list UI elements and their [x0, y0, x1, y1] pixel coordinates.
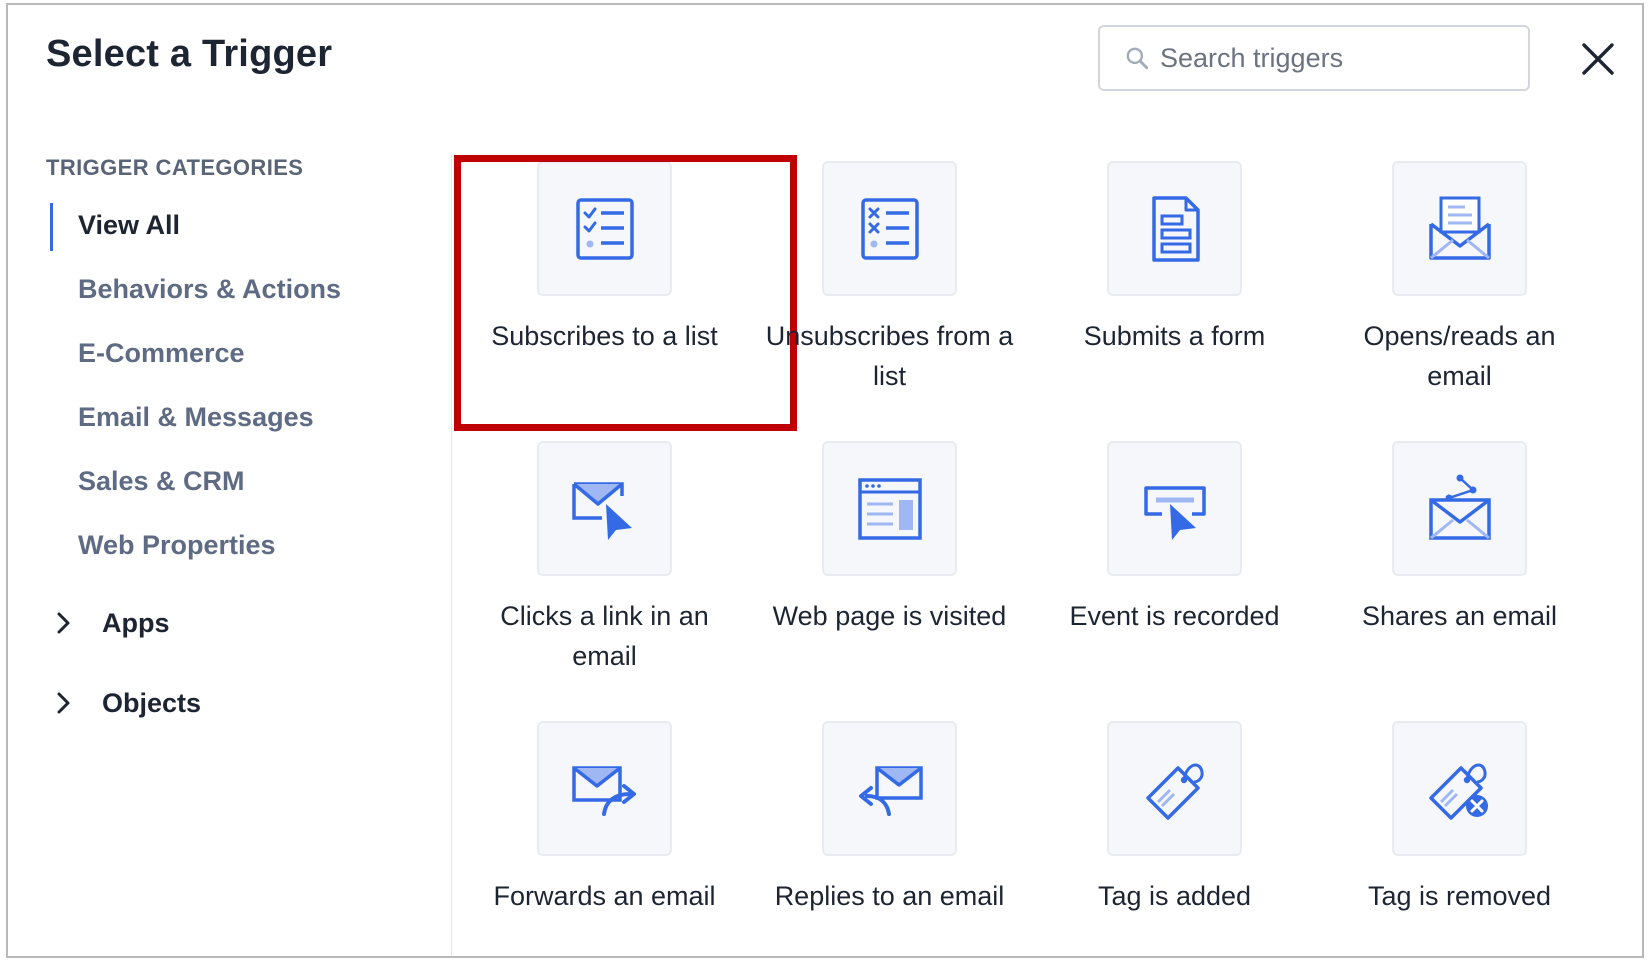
- trigger-label: Tag is added: [1097, 881, 1252, 911]
- search-icon: [1126, 47, 1149, 70]
- trigger-label: Forwards an email: [493, 881, 716, 911]
- close-button[interactable]: [1574, 35, 1622, 83]
- category-behaviors-actions[interactable]: Behaviors & Actions: [46, 267, 446, 331]
- share-envelope-icon: [1428, 474, 1491, 540]
- trigger-icon-box: [1107, 441, 1242, 576]
- trigger-label: Clicks a link in an email: [500, 601, 709, 671]
- trigger-forwards-email[interactable]: Forwards an email: [462, 715, 747, 956]
- trigger-icon-box: [1107, 721, 1242, 856]
- category-e-commerce[interactable]: E-Commerce: [46, 331, 446, 395]
- sidebar-divider: [451, 155, 452, 956]
- trigger-icon-box: [822, 721, 957, 856]
- trigger-tag-removed[interactable]: Tag is removed: [1317, 715, 1602, 956]
- forward-envelope-icon: [571, 765, 636, 816]
- trigger-label: Event is recorded: [1069, 601, 1280, 631]
- trigger-submits-form[interactable]: Submits a form: [1032, 155, 1317, 435]
- category-label: Web Properties: [78, 530, 276, 560]
- trigger-label: Opens/reads an email: [1363, 321, 1556, 391]
- trigger-web-page-visited[interactable]: Web page is visited: [747, 435, 1032, 715]
- group-objects[interactable]: Objects: [46, 679, 446, 759]
- search-input[interactable]: [1160, 42, 1500, 74]
- form-document-icon: [1151, 195, 1200, 262]
- checklist-icon: [575, 197, 634, 260]
- reply-envelope-icon: [858, 765, 923, 816]
- group-label: Objects: [102, 688, 202, 718]
- trigger-shares-email[interactable]: Shares an email: [1317, 435, 1602, 715]
- chevron-right-icon: [54, 599, 82, 647]
- trigger-tag-added[interactable]: Tag is added: [1032, 715, 1317, 956]
- trigger-icon-box: [537, 161, 672, 296]
- event-cursor-icon: [1143, 485, 1206, 540]
- trigger-replies-to-email[interactable]: Replies to an email: [747, 715, 1032, 956]
- trigger-icon-box: [537, 441, 672, 576]
- trigger-subscribes-to-list[interactable]: Subscribes to a list: [454, 155, 797, 435]
- tag-icon: [1145, 763, 1204, 820]
- category-web-properties[interactable]: Web Properties: [46, 523, 446, 587]
- trigger-clicks-link-in-email[interactable]: Clicks a link in an email: [462, 435, 747, 715]
- categories-heading: TRIGGER CATEGORIES: [46, 155, 304, 180]
- web-page-icon: [857, 477, 922, 540]
- trigger-label: Web page is visited: [772, 601, 1007, 631]
- search-box[interactable]: [1098, 25, 1530, 91]
- trigger-label: Replies to an email: [774, 881, 1005, 911]
- trigger-event-recorded[interactable]: Event is recorded: [1032, 435, 1317, 715]
- chevron-right-icon: [54, 679, 82, 727]
- trigger-icon-box: [822, 161, 957, 296]
- trigger-icon-box: [537, 721, 672, 856]
- dialog-title: Select a Trigger: [46, 33, 333, 75]
- category-label: View All: [78, 210, 181, 240]
- trigger-label: Shares an email: [1361, 601, 1558, 631]
- close-icon: [1582, 43, 1614, 75]
- category-view-all[interactable]: View All: [46, 203, 446, 267]
- trigger-label: Submits a form: [1083, 321, 1266, 351]
- trigger-icon-box: [1392, 161, 1527, 296]
- group-label: Apps: [102, 608, 170, 638]
- trigger-label: Unsubscribes from a list: [765, 321, 1014, 391]
- trigger-unsubscribes-from-list[interactable]: Unsubscribes from a list: [747, 155, 1032, 435]
- trigger-icon-box: [822, 441, 957, 576]
- trigger-grid: Subscribes to a list Unsubscribes from a…: [454, 155, 1642, 956]
- envelope-cursor-icon: [571, 481, 632, 540]
- trigger-label: Tag is removed: [1367, 881, 1552, 911]
- category-label: Behaviors & Actions: [78, 274, 342, 304]
- open-envelope-icon: [1428, 196, 1491, 260]
- trigger-icon-box: [1392, 721, 1527, 856]
- category-email-messages[interactable]: Email & Messages: [46, 395, 446, 459]
- trigger-icon-box: [1107, 161, 1242, 296]
- x-list-icon: [860, 197, 919, 260]
- trigger-categories-sidebar: TRIGGER CATEGORIES View All Behaviors & …: [46, 155, 446, 759]
- category-label: Sales & CRM: [78, 466, 245, 496]
- trigger-label: Subscribes to a list: [491, 321, 718, 351]
- category-label: Email & Messages: [78, 402, 314, 432]
- trigger-icon-box: [1392, 441, 1527, 576]
- category-sales-crm[interactable]: Sales & CRM: [46, 459, 446, 523]
- category-label: E-Commerce: [78, 338, 245, 368]
- group-apps[interactable]: Apps: [46, 599, 446, 679]
- trigger-opens-reads-email[interactable]: Opens/reads an email: [1317, 155, 1602, 435]
- tag-remove-icon: [1428, 763, 1488, 820]
- select-trigger-dialog: Select a Trigger TRIGGER CATEGORIES View…: [6, 3, 1644, 958]
